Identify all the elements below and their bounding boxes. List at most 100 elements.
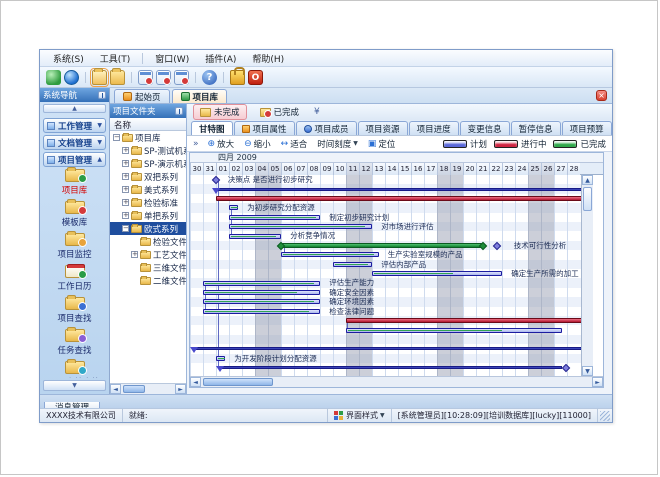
- tree-node-欧式系列[interactable]: −欧式系列: [110, 222, 186, 235]
- expand-icon[interactable]: +: [122, 199, 129, 206]
- menu-item[interactable]: 窗口(W): [148, 51, 196, 66]
- gantt-bar[interactable]: [281, 252, 379, 257]
- tree-node-SP-测试机系列[interactable]: +SP-测试机系列: [110, 144, 186, 157]
- gantt-bar[interactable]: [333, 262, 372, 267]
- folder-view-icon[interactable]: [110, 70, 125, 85]
- tree-column-header[interactable]: 名称: [110, 118, 186, 131]
- menu-item[interactable]: 插件(A): [198, 51, 243, 66]
- gantt-button-适合[interactable]: ↔适合: [278, 138, 311, 150]
- gantt-bar[interactable]: [229, 234, 281, 239]
- close-icon[interactable]: ×: [596, 90, 607, 101]
- gantt-summary-bar[interactable]: [194, 347, 581, 350]
- tree-node-工艺文件[interactable]: +工艺文件: [110, 248, 186, 261]
- gantt-button-放大[interactable]: ⊕放大: [205, 138, 238, 150]
- sidebar-item-模板库[interactable]: 模板库: [40, 199, 109, 231]
- window-edit-icon[interactable]: [156, 70, 171, 85]
- gantt-bar[interactable]: [372, 271, 502, 276]
- scroll-left-icon[interactable]: ◄: [110, 384, 121, 394]
- tab-项目进度[interactable]: 项目进度: [409, 121, 459, 135]
- sidebar-item-项目库[interactable]: 项目库: [40, 167, 109, 199]
- menu-item[interactable]: 工具(T): [93, 51, 138, 66]
- globe-icon[interactable]: [64, 70, 79, 85]
- tree-node-美式系列[interactable]: +美式系列: [110, 183, 186, 196]
- chevron-down-icon[interactable]: ▼: [97, 139, 102, 146]
- expand-icon[interactable]: +: [122, 212, 129, 219]
- ui-style-button[interactable]: 界面样式 ▼: [327, 409, 392, 422]
- tree-node-单把系列[interactable]: +单把系列: [110, 209, 186, 222]
- sidebar-group-工作管理[interactable]: 工作管理▼: [43, 118, 106, 133]
- sidebar-item-工作日历[interactable]: 工作日历: [40, 263, 109, 295]
- gantt-summary-bar[interactable]: [220, 366, 562, 369]
- tab-起始页[interactable]: 起始页: [114, 89, 170, 103]
- filter-已完成[interactable]: 已完成: [253, 104, 307, 120]
- gantt-button-定位[interactable]: ▣定位: [365, 138, 399, 150]
- help-icon[interactable]: [202, 70, 217, 85]
- scroll-up-icon[interactable]: ▲: [582, 175, 593, 185]
- sidebar-group-文档管理[interactable]: 文档管理▼: [43, 135, 106, 150]
- tree-node-检验文件[interactable]: 检验文件: [110, 235, 186, 248]
- gantt-bar[interactable]: [203, 299, 320, 304]
- tab-变更信息[interactable]: 变更信息: [460, 121, 510, 135]
- gantt-bar[interactable]: [203, 281, 320, 286]
- gantt-bar[interactable]: [346, 318, 581, 323]
- gantt-bar[interactable]: [229, 205, 238, 210]
- sidebar-item-项目监控[interactable]: 项目监控: [40, 231, 109, 263]
- gantt-button-缩小[interactable]: ⊖缩小: [241, 138, 274, 150]
- pin-icon[interactable]: [175, 107, 183, 115]
- gantt-vscrollbar[interactable]: ▲ ▼: [581, 175, 593, 376]
- folder-open-icon[interactable]: [92, 70, 107, 85]
- expand-icon[interactable]: +: [122, 147, 129, 154]
- gantt-bar[interactable]: [203, 309, 320, 314]
- expand-icon[interactable]: +: [131, 251, 138, 258]
- gantt-phase-bar[interactable]: [281, 243, 483, 248]
- pin-icon[interactable]: [98, 91, 106, 99]
- tree-node-检验标准[interactable]: +检验标准: [110, 196, 186, 209]
- exit-icon[interactable]: [248, 70, 263, 85]
- gantt-summary-bar[interactable]: [216, 188, 581, 191]
- sidebar-scroll-up-button[interactable]: ▲: [43, 104, 106, 113]
- expand-icon[interactable]: +: [122, 173, 129, 180]
- menu-item[interactable]: 系统(S): [46, 51, 91, 66]
- gantt-chart[interactable]: 决策点 是否进行初步研究为初步研究分配资源制定初步研究计划对市场进行评估分析竞争…: [190, 175, 581, 376]
- tree-node-三维文件[interactable]: 三维文件: [110, 261, 186, 274]
- chevron-down-icon[interactable]: ▼: [97, 122, 102, 129]
- menu-item[interactable]: 帮助(H): [245, 51, 291, 66]
- scroll-down-icon[interactable]: ▼: [582, 366, 593, 376]
- gantt-bar[interactable]: [216, 356, 225, 361]
- collapse-icon[interactable]: −: [122, 225, 129, 232]
- sidebar-item-项目文档查找[interactable]: 项目文档查找: [40, 359, 109, 378]
- tab-项目成员[interactable]: 项目成员: [296, 121, 357, 135]
- sidebar-item-任务查找[interactable]: 任务查找: [40, 327, 109, 359]
- sidebar-item-项目查找[interactable]: 项目查找: [40, 295, 109, 327]
- gantt-bar[interactable]: [203, 290, 320, 295]
- gantt-hscrollbar[interactable]: ◄ ►: [190, 376, 603, 387]
- scroll-right-icon[interactable]: ►: [175, 384, 186, 394]
- sidebar-group-项目管理[interactable]: 项目管理▲: [43, 152, 106, 167]
- scroll-right-icon[interactable]: ►: [592, 377, 603, 387]
- toolbar-overflow-icon[interactable]: »: [193, 139, 199, 149]
- filter-未完成[interactable]: 未完成: [193, 104, 247, 120]
- gantt-bar[interactable]: [346, 328, 562, 333]
- tab-项目预算[interactable]: 项目预算: [562, 121, 612, 135]
- scroll-left-icon[interactable]: ◄: [190, 377, 201, 387]
- link-icon[interactable]: [46, 70, 61, 85]
- gantt-bar[interactable]: [216, 196, 581, 201]
- gantt-bar[interactable]: [229, 215, 320, 220]
- scroll-thumb[interactable]: [123, 385, 145, 393]
- resize-grip[interactable]: [600, 411, 610, 421]
- expand-icon[interactable]: +: [122, 186, 129, 193]
- scroll-thumb[interactable]: [203, 378, 273, 386]
- tab-项目库[interactable]: 项目库: [172, 89, 228, 103]
- tree-node-双把系列[interactable]: +双把系列: [110, 170, 186, 183]
- tree-node-项目库[interactable]: −项目库: [110, 131, 186, 144]
- gantt-button-时间刻度[interactable]: 时间刻度▼: [314, 138, 361, 150]
- window-add-icon[interactable]: [138, 70, 153, 85]
- tab-项目属性[interactable]: 项目属性: [234, 121, 295, 135]
- tree-node-二维文件[interactable]: 二维文件: [110, 274, 186, 287]
- expand-icon[interactable]: +: [122, 160, 129, 167]
- sidebar-scroll-down-button[interactable]: ▼: [43, 380, 106, 391]
- tab-项目资源[interactable]: 项目资源: [358, 121, 408, 135]
- tree-node-SP-演示机系列[interactable]: +SP-演示机系列: [110, 157, 186, 170]
- lock-icon[interactable]: [230, 70, 245, 85]
- chevron-up-icon[interactable]: ▲: [97, 156, 102, 163]
